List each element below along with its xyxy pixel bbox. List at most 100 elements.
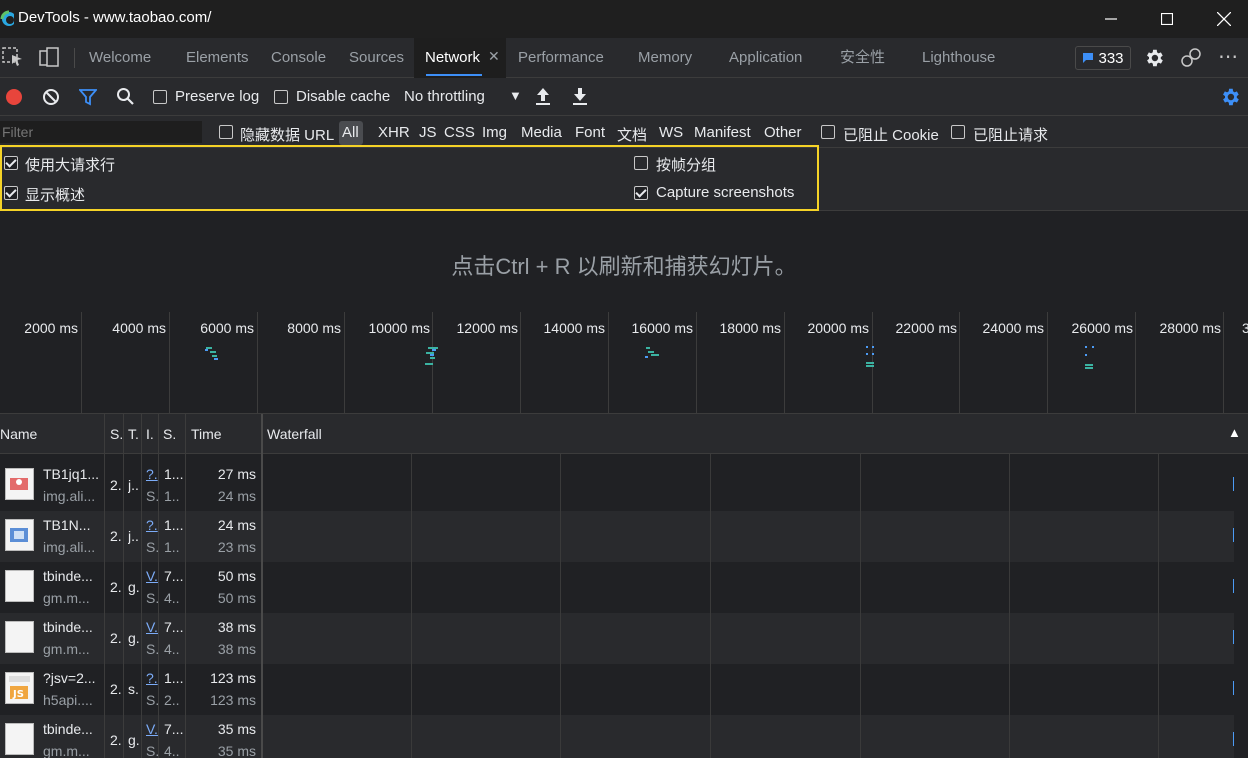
close-tab-icon[interactable]: ✕ — [488, 48, 500, 65]
type-filter-other[interactable]: Other — [764, 124, 802, 141]
issues-counter-button[interactable]: 333 — [1075, 46, 1131, 70]
request-initiator-link[interactable]: V. — [146, 721, 158, 737]
request-name[interactable]: tbinde... — [43, 619, 101, 635]
timeline-tick: 28000 ms — [1159, 320, 1221, 336]
type-filter-css[interactable]: CSS — [444, 124, 475, 141]
blocked-cookies-checkbox[interactable] — [821, 125, 835, 139]
request-size: 7... — [164, 721, 184, 737]
title-bar: DevTools - www.taobao.com/ — [0, 0, 1248, 38]
svg-text:JS: JS — [12, 689, 24, 700]
vertical-scrollbar[interactable] — [1234, 454, 1248, 758]
filter-input[interactable] — [0, 121, 202, 143]
type-filter-media[interactable]: Media — [521, 124, 562, 141]
timeline-tick: 2000 ms — [24, 320, 78, 336]
request-latency: 35 ms — [217, 743, 256, 758]
minimize-button[interactable] — [1082, 0, 1140, 38]
col-status-header[interactable]: S. — [110, 426, 123, 442]
column-divider[interactable] — [104, 414, 105, 758]
type-filter-font[interactable]: Font — [575, 124, 605, 141]
column-divider[interactable] — [123, 414, 124, 758]
throttling-select[interactable]: No throttling — [404, 88, 485, 105]
inspect-element-icon[interactable] — [2, 46, 24, 68]
col-size-header[interactable]: S. — [163, 426, 176, 442]
tab-performance[interactable]: Performance — [518, 38, 604, 78]
request-initiator-link[interactable]: V. — [146, 619, 158, 635]
device-toolbar-icon[interactable] — [38, 46, 60, 68]
document-icon — [5, 621, 34, 653]
type-filter-js[interactable]: JS — [419, 124, 437, 141]
col-type-header[interactable]: T. — [128, 426, 139, 442]
request-initiator-link[interactable]: ?. — [146, 517, 158, 533]
request-status: 2. — [110, 528, 122, 544]
tab-sources[interactable]: Sources — [349, 38, 404, 78]
col-initiator-header[interactable]: I. — [146, 426, 154, 442]
col-waterfall-header[interactable]: Waterfall — [267, 426, 322, 442]
type-filter-manifest[interactable]: Manifest — [694, 124, 751, 141]
request-name[interactable]: tbinde... — [43, 568, 101, 584]
search-icon[interactable] — [116, 87, 135, 106]
request-status: 2. — [110, 732, 122, 748]
tab-memory[interactable]: Memory — [638, 38, 692, 78]
tab-console[interactable]: Console — [271, 38, 326, 78]
timeline-tick: 16000 ms — [631, 320, 693, 336]
tab-lighthouse[interactable]: Lighthouse — [922, 38, 995, 78]
request-type: g. — [128, 579, 140, 595]
type-filter-all[interactable]: All — [342, 124, 359, 141]
type-filter-ws[interactable]: WS — [659, 124, 683, 141]
preserve-log-checkbox[interactable] — [153, 90, 167, 104]
tab-network[interactable]: Network — [425, 38, 480, 78]
clear-icon[interactable] — [42, 88, 60, 106]
waterfall-gridline — [411, 454, 412, 758]
maximize-button[interactable] — [1138, 0, 1196, 38]
request-time: 35 ms — [217, 721, 256, 737]
issues-count: 333 — [1098, 49, 1124, 67]
request-initiator-sub: S. — [146, 641, 158, 657]
type-filter-img[interactable]: Img — [482, 124, 507, 141]
request-time: 38 ms — [217, 619, 256, 635]
timeline-overview[interactable]: 2000 ms 4000 ms 6000 ms 8000 ms 10000 ms… — [0, 312, 1248, 414]
request-status: 2. — [110, 477, 122, 493]
request-name[interactable]: TB1N... — [43, 517, 101, 533]
minimize-icon — [1105, 18, 1117, 20]
request-initiator-link[interactable]: V. — [146, 568, 158, 584]
import-har-icon[interactable] — [535, 86, 551, 106]
request-name[interactable]: tbinde... — [43, 721, 101, 737]
message-icon — [1083, 53, 1094, 63]
feedback-icon[interactable] — [1180, 47, 1202, 69]
request-status: 2. — [110, 681, 122, 697]
tab-elements[interactable]: Elements — [186, 38, 249, 78]
network-settings-gear-icon[interactable] — [1219, 86, 1241, 108]
tab-application[interactable]: Application — [729, 38, 802, 78]
request-status: 2. — [110, 630, 122, 646]
blocked-requests-checkbox[interactable] — [951, 125, 965, 139]
close-window-button[interactable] — [1195, 0, 1248, 38]
hide-data-urls-checkbox[interactable] — [219, 125, 233, 139]
timeline-tick: 14000 ms — [543, 320, 605, 336]
chevron-down-icon[interactable]: ▼ — [509, 88, 522, 103]
request-name[interactable]: ?jsv=2... — [43, 670, 101, 686]
sort-ascending-icon[interactable]: ▲ — [1228, 425, 1241, 440]
type-filter-doc[interactable]: 文档 — [617, 124, 647, 145]
column-divider[interactable] — [141, 414, 142, 758]
filter-icon[interactable] — [79, 88, 97, 106]
request-name[interactable]: TB1jq1... — [43, 466, 101, 482]
request-initiator-link[interactable]: ?. — [146, 670, 158, 686]
col-name-header[interactable]: Name — [0, 426, 37, 442]
more-options-icon[interactable]: ⋯ — [1218, 44, 1239, 69]
settings-gear-icon[interactable] — [1143, 47, 1165, 69]
tab-welcome[interactable]: Welcome — [89, 38, 151, 78]
column-divider[interactable] — [158, 414, 159, 758]
col-time-header[interactable]: Time — [191, 426, 222, 442]
request-initiator-link[interactable]: ?. — [146, 466, 158, 482]
request-type: s. — [128, 681, 139, 697]
type-filter-xhr[interactable]: XHR — [378, 124, 410, 141]
column-divider[interactable] — [261, 414, 263, 758]
requests-table-header: Name S. T. I. S. Time Waterfall ▲ — [0, 414, 1248, 454]
record-icon[interactable] — [6, 89, 22, 105]
request-domain: gm.m... — [43, 641, 90, 657]
tab-security[interactable]: 安全性 — [840, 38, 885, 78]
disable-cache-checkbox[interactable] — [274, 90, 288, 104]
waterfall-gridline — [710, 454, 711, 758]
export-har-icon[interactable] — [572, 86, 588, 106]
request-size: 7... — [164, 619, 184, 635]
